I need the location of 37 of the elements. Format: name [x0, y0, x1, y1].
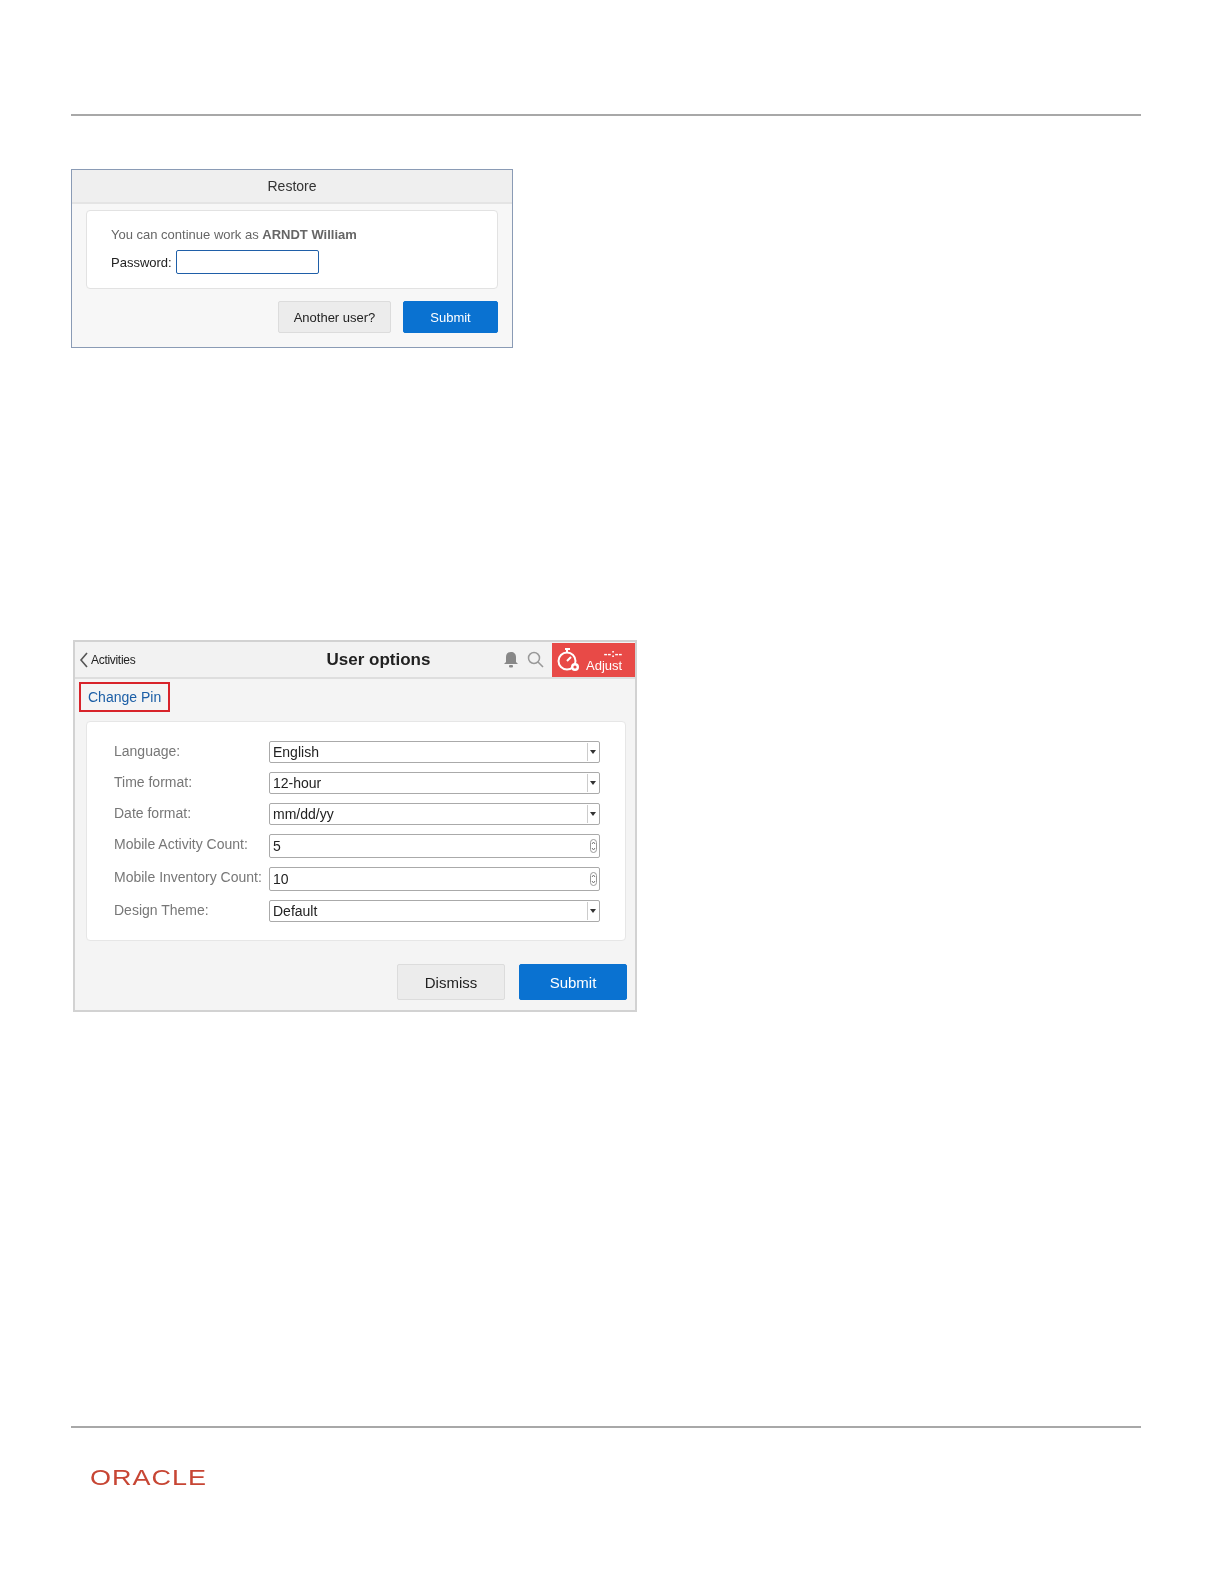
logo: ORACLE [90, 1464, 208, 1493]
number-field[interactable]: 10 [269, 867, 600, 891]
number-field[interactable]: 5 [269, 834, 600, 858]
timer-button[interactable]: --:-- Adjust [552, 642, 635, 677]
spinner-icon [590, 872, 597, 886]
back-link[interactable]: Activities [75, 651, 199, 668]
caret-down-icon [589, 909, 596, 913]
bell-icon[interactable] [503, 651, 519, 668]
chevron-left-icon [79, 651, 89, 668]
search-icon[interactable] [527, 651, 544, 668]
field-label: Time format: [114, 773, 194, 792]
select-field[interactable]: mm/dd/yy [269, 803, 600, 825]
timer-time: --:-- [603, 647, 623, 659]
continue-message: You can continue work as ARNDT William [111, 227, 358, 242]
timer-label: Adjust [586, 658, 623, 672]
spinner-icon [590, 839, 597, 853]
dismiss-button[interactable]: Dismiss [397, 964, 505, 1000]
field-label: Mobile Activity Count: [114, 835, 249, 854]
password-field[interactable] [175, 250, 319, 274]
another-user-button[interactable]: Another user? [278, 301, 391, 333]
dialog-title: Restore [267, 178, 317, 194]
page-title: User options [325, 649, 432, 670]
select-field[interactable]: English [269, 741, 600, 763]
field-label: Mobile Inventory Count: [114, 868, 263, 887]
field-label: Language: [114, 742, 182, 761]
caret-down-icon [589, 781, 596, 785]
field-label: Date format: [114, 804, 193, 823]
caret-down-icon [589, 812, 596, 816]
submit-button[interactable]: Submit [403, 301, 498, 333]
change-pin-link[interactable]: Change Pin [79, 682, 171, 712]
field-label: Design Theme: [114, 901, 210, 920]
select-field[interactable]: 12-hour [269, 772, 600, 794]
select-field[interactable]: Default [269, 900, 600, 922]
caret-down-icon [589, 750, 596, 754]
submit-button[interactable]: Submit [519, 964, 627, 1000]
password-label: Password: [111, 254, 172, 270]
stopwatch-gear-icon [556, 646, 582, 673]
